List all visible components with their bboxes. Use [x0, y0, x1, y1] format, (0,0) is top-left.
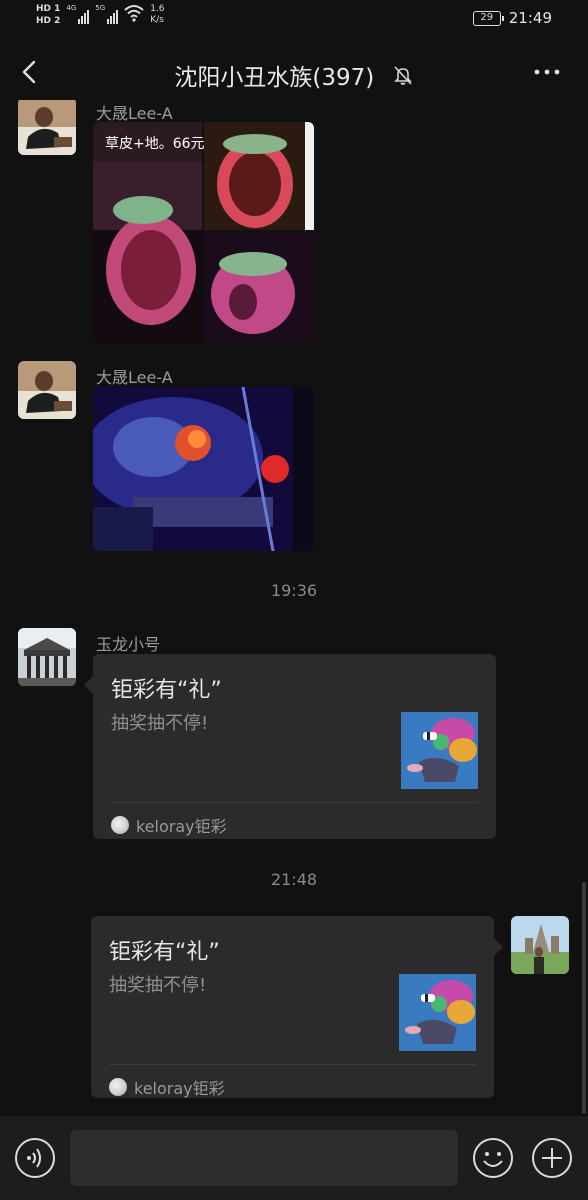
card-thumbnail — [401, 712, 478, 789]
more-dots-icon[interactable] — [532, 62, 562, 82]
card-title: 钜彩有“礼” — [111, 678, 222, 703]
avatar[interactable] — [18, 361, 76, 419]
wifi-icon — [124, 5, 144, 22]
self-avatar[interactable] — [511, 916, 569, 974]
status-bar: HD 1 HD 2 4G 5G 1.6 K/s 29 21:49 — [0, 0, 588, 44]
card-source-label: keloray钜彩 — [134, 1079, 225, 1098]
sender-name: 玉龙小号 — [96, 635, 161, 654]
card-source: keloray钜彩 — [111, 813, 227, 837]
link-card[interactable]: 钜彩有“礼” 抽奖抽不停! keloray钜彩 — [84, 654, 496, 839]
voice-icon[interactable] — [14, 1137, 56, 1179]
message-input[interactable] — [70, 1130, 458, 1186]
keloray-logo-icon — [111, 816, 129, 834]
chat-title-wrap[interactable]: 沈阳小丑水族(397) — [0, 58, 588, 92]
image-message[interactable] — [93, 387, 314, 551]
card-source: keloray钜彩 — [109, 1075, 225, 1099]
avatar[interactable] — [18, 100, 76, 155]
link-card-own[interactable]: 钜彩有“礼” 抽奖抽不停! keloray钜彩 — [91, 916, 503, 1099]
chat-area[interactable]: 大晟Lee-A 草皮+地。66元 大晟Lee-A 19:36 玉龙小号 钜彩有“… — [0, 100, 588, 1116]
sender-name: 大晟Lee-A — [96, 104, 173, 123]
signal-5g-icon: 5G — [95, 4, 119, 24]
status-right: 29 21:49 — [472, 9, 552, 27]
card-thumbnail — [399, 974, 476, 1051]
signal-4g-icon: 4G — [66, 4, 90, 24]
hd2-label: HD 2 — [36, 16, 61, 26]
emoji-icon[interactable] — [472, 1137, 514, 1179]
scrollbar[interactable] — [582, 882, 586, 1114]
hd-indicators: HD 1 HD 2 — [36, 4, 60, 26]
battery-icon: 29 — [472, 10, 504, 26]
input-bar — [0, 1116, 588, 1200]
hd1-label: HD 1 — [36, 4, 61, 14]
timestamp: 21:48 — [270, 870, 318, 889]
card-title: 钜彩有“礼” — [109, 940, 220, 965]
timestamp: 19:36 — [270, 581, 318, 600]
clock: 21:49 — [508, 9, 552, 27]
sender-name: 大晟Lee-A — [96, 368, 173, 387]
network-speed: 1.6 K/s — [150, 4, 165, 25]
chat-header: 沈阳小丑水族(397) — [0, 44, 588, 100]
bell-off-icon — [393, 66, 412, 85]
keloray-logo-icon — [109, 1078, 127, 1096]
avatar[interactable] — [18, 628, 76, 686]
image-caption: 草皮+地。66元 — [105, 136, 205, 152]
card-source-label: keloray钜彩 — [136, 817, 227, 836]
card-description: 抽奖抽不停! — [111, 713, 209, 734]
image-message[interactable]: 草皮+地。66元 — [93, 122, 314, 343]
chat-title: 沈阳小丑水族(397) — [174, 65, 375, 91]
plus-icon[interactable] — [531, 1137, 573, 1179]
card-description: 抽奖抽不停! — [109, 975, 207, 996]
status-left: HD 1 HD 2 4G 5G 1.6 K/s — [36, 4, 165, 26]
